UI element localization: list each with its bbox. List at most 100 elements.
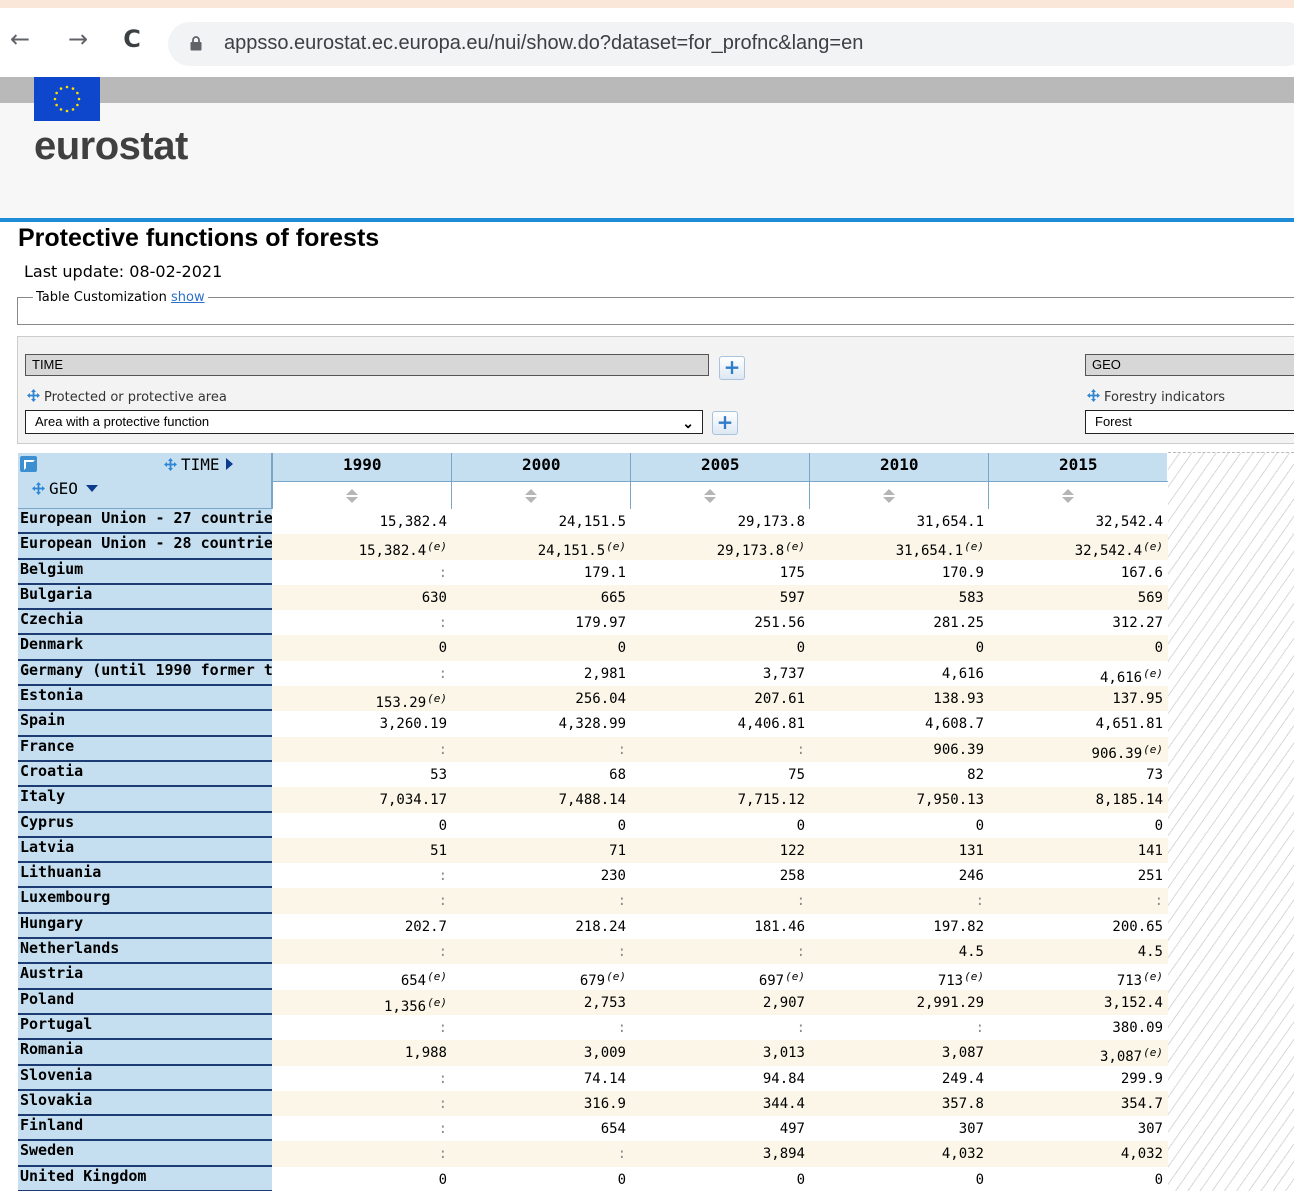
cell-value: 7,715.12: [737, 792, 805, 809]
table-row: Czechia: 179.97 251.56 281.25 312.27: [18, 610, 1168, 636]
estimate-flag: (e): [1143, 742, 1163, 756]
eurostat-logo-text[interactable]: eurostat: [34, 124, 188, 169]
table-row: Slovakia: 316.9 344.4 357.8 354.7: [18, 1090, 1168, 1117]
year-column-header[interactable]: 2005: [630, 453, 810, 509]
year-column-header[interactable]: 1990: [272, 453, 452, 509]
cell-value: :: [438, 665, 447, 682]
address-bar[interactable]: appsso.eurostat.ec.europa.eu/nui/show.do…: [168, 22, 1294, 66]
geo-row-header[interactable]: Austria: [18, 964, 272, 990]
add-time-dimension-button[interactable]: +: [719, 356, 745, 380]
table-customization-label: Table Customization: [36, 290, 167, 305]
time-axis-header[interactable]: TIME: [164, 455, 233, 474]
cell-value: :: [975, 893, 984, 910]
table-cell: 246: [809, 866, 984, 886]
forward-arrow-icon[interactable]: →: [64, 26, 92, 54]
geo-row-header[interactable]: Poland: [18, 989, 272, 1015]
cell-value: 4,032: [1120, 1146, 1163, 1163]
url-text[interactable]: appsso.eurostat.ec.europa.eu/nui/show.do…: [224, 32, 863, 55]
estimate-flag: (e): [785, 540, 805, 554]
year-column-header[interactable]: 2010: [809, 453, 989, 509]
sort-icon[interactable]: [703, 488, 717, 504]
geo-row-header[interactable]: Slovakia: [18, 1090, 272, 1117]
table-cell: 73: [988, 765, 1163, 785]
geo-dimension-box[interactable]: GEO: [1085, 354, 1294, 376]
table-cell: 251: [988, 866, 1163, 886]
table-row: Lithuania: 230 258 246 251: [18, 863, 1168, 889]
geo-row-header[interactable]: Croatia: [18, 761, 272, 788]
geo-row-header[interactable]: Romania: [18, 1040, 272, 1066]
move-icon[interactable]: [164, 458, 177, 471]
table-cell: 141: [988, 841, 1163, 861]
expand-down-icon[interactable]: [85, 485, 98, 492]
table-options-icon[interactable]: [20, 456, 37, 472]
chevron-down-icon[interactable]: ⌄: [682, 412, 694, 434]
area-select[interactable]: Area with a protective function ⌄: [25, 410, 703, 434]
sort-icon[interactable]: [882, 488, 896, 504]
estimate-flag: (e): [606, 970, 626, 984]
geo-row-header[interactable]: Belgium: [18, 559, 272, 585]
estimate-flag: (e): [785, 970, 805, 984]
cell-value: 8,185.14: [1095, 792, 1163, 809]
move-icon[interactable]: [27, 389, 40, 402]
geo-row-header[interactable]: Bulgaria: [18, 584, 272, 611]
table-cell: 138.93: [809, 689, 984, 709]
cell-value: 0: [796, 640, 805, 657]
move-icon[interactable]: [32, 482, 45, 495]
geo-row-header[interactable]: Denmark: [18, 635, 272, 661]
cell-value: 0: [1154, 640, 1163, 657]
sort-icon[interactable]: [1061, 488, 1075, 504]
geo-row-header[interactable]: Estonia: [18, 686, 272, 712]
geo-axis-header[interactable]: GEO: [32, 479, 98, 498]
table-cell: 82: [809, 765, 984, 785]
geo-row-header[interactable]: Luxembourg: [18, 888, 272, 914]
year-column-header[interactable]: 2000: [451, 453, 631, 509]
geo-row-header[interactable]: Finland: [18, 1116, 272, 1142]
cell-value: 230: [600, 868, 626, 885]
cell-value: 218.24: [575, 918, 626, 935]
table-row: Netherlands::: 4.5 4.5: [18, 939, 1168, 965]
estimate-flag: (e): [1143, 666, 1163, 680]
geo-row-header[interactable]: Portugal: [18, 1014, 272, 1041]
show-customization-link[interactable]: show: [171, 290, 205, 305]
geo-row-header[interactable]: Netherlands: [18, 939, 272, 965]
table-cell: 654(e): [272, 967, 447, 991]
header-divider: [0, 218, 1294, 222]
geo-row-header[interactable]: European Union - 28 countries (2013-2020…: [18, 534, 272, 560]
sort-icon[interactable]: [345, 488, 359, 504]
table-cell: 4,328.99: [451, 714, 626, 734]
add-area-button[interactable]: +: [712, 411, 738, 435]
year-column-header[interactable]: 2015: [988, 453, 1168, 509]
back-arrow-icon[interactable]: ←: [6, 26, 34, 54]
table-row: Luxembourg:::::: [18, 888, 1168, 914]
reload-icon[interactable]: C: [118, 26, 146, 54]
geo-row-header[interactable]: Italy: [18, 787, 272, 813]
indicator-select[interactable]: Forest: [1085, 410, 1294, 434]
cell-value: :: [438, 1121, 447, 1138]
cell-value: 4,032: [941, 1146, 984, 1163]
geo-row-header[interactable]: France: [18, 736, 272, 762]
expand-right-icon[interactable]: [225, 458, 233, 470]
geo-row-header[interactable]: Cyprus: [18, 812, 272, 838]
table-cell: 94.84: [630, 1069, 805, 1089]
table-corner-header: TIME GEO: [18, 453, 272, 509]
sort-icon[interactable]: [524, 488, 538, 504]
geo-row-header[interactable]: Slovenia: [18, 1065, 272, 1091]
cell-value: :: [617, 741, 626, 758]
geo-row-header[interactable]: United Kingdom: [18, 1166, 272, 1191]
table-cell: 2,753: [451, 993, 626, 1013]
eu-star: [55, 91, 58, 95]
cell-value: 906.39: [1091, 745, 1143, 762]
geo-row-header[interactable]: Spain: [18, 711, 272, 737]
table-cell: 249.4: [809, 1069, 984, 1089]
geo-row-header[interactable]: Sweden: [18, 1141, 272, 1167]
geo-row-header[interactable]: Hungary: [18, 913, 272, 940]
geo-row-header[interactable]: Latvia: [18, 837, 272, 864]
geo-row-header[interactable]: European Union - 27 countries (from 2020…: [18, 509, 272, 535]
table-cell: 3,894: [630, 1144, 805, 1164]
geo-row-header[interactable]: Czechia: [18, 610, 272, 636]
time-dimension-box[interactable]: TIME: [25, 354, 709, 376]
geo-row-header[interactable]: Lithuania: [18, 863, 272, 889]
geo-row-header[interactable]: Germany (until 1990 former territory of …: [18, 660, 272, 687]
move-icon[interactable]: [1087, 389, 1100, 402]
eu-flag-logo[interactable]: [34, 77, 100, 121]
